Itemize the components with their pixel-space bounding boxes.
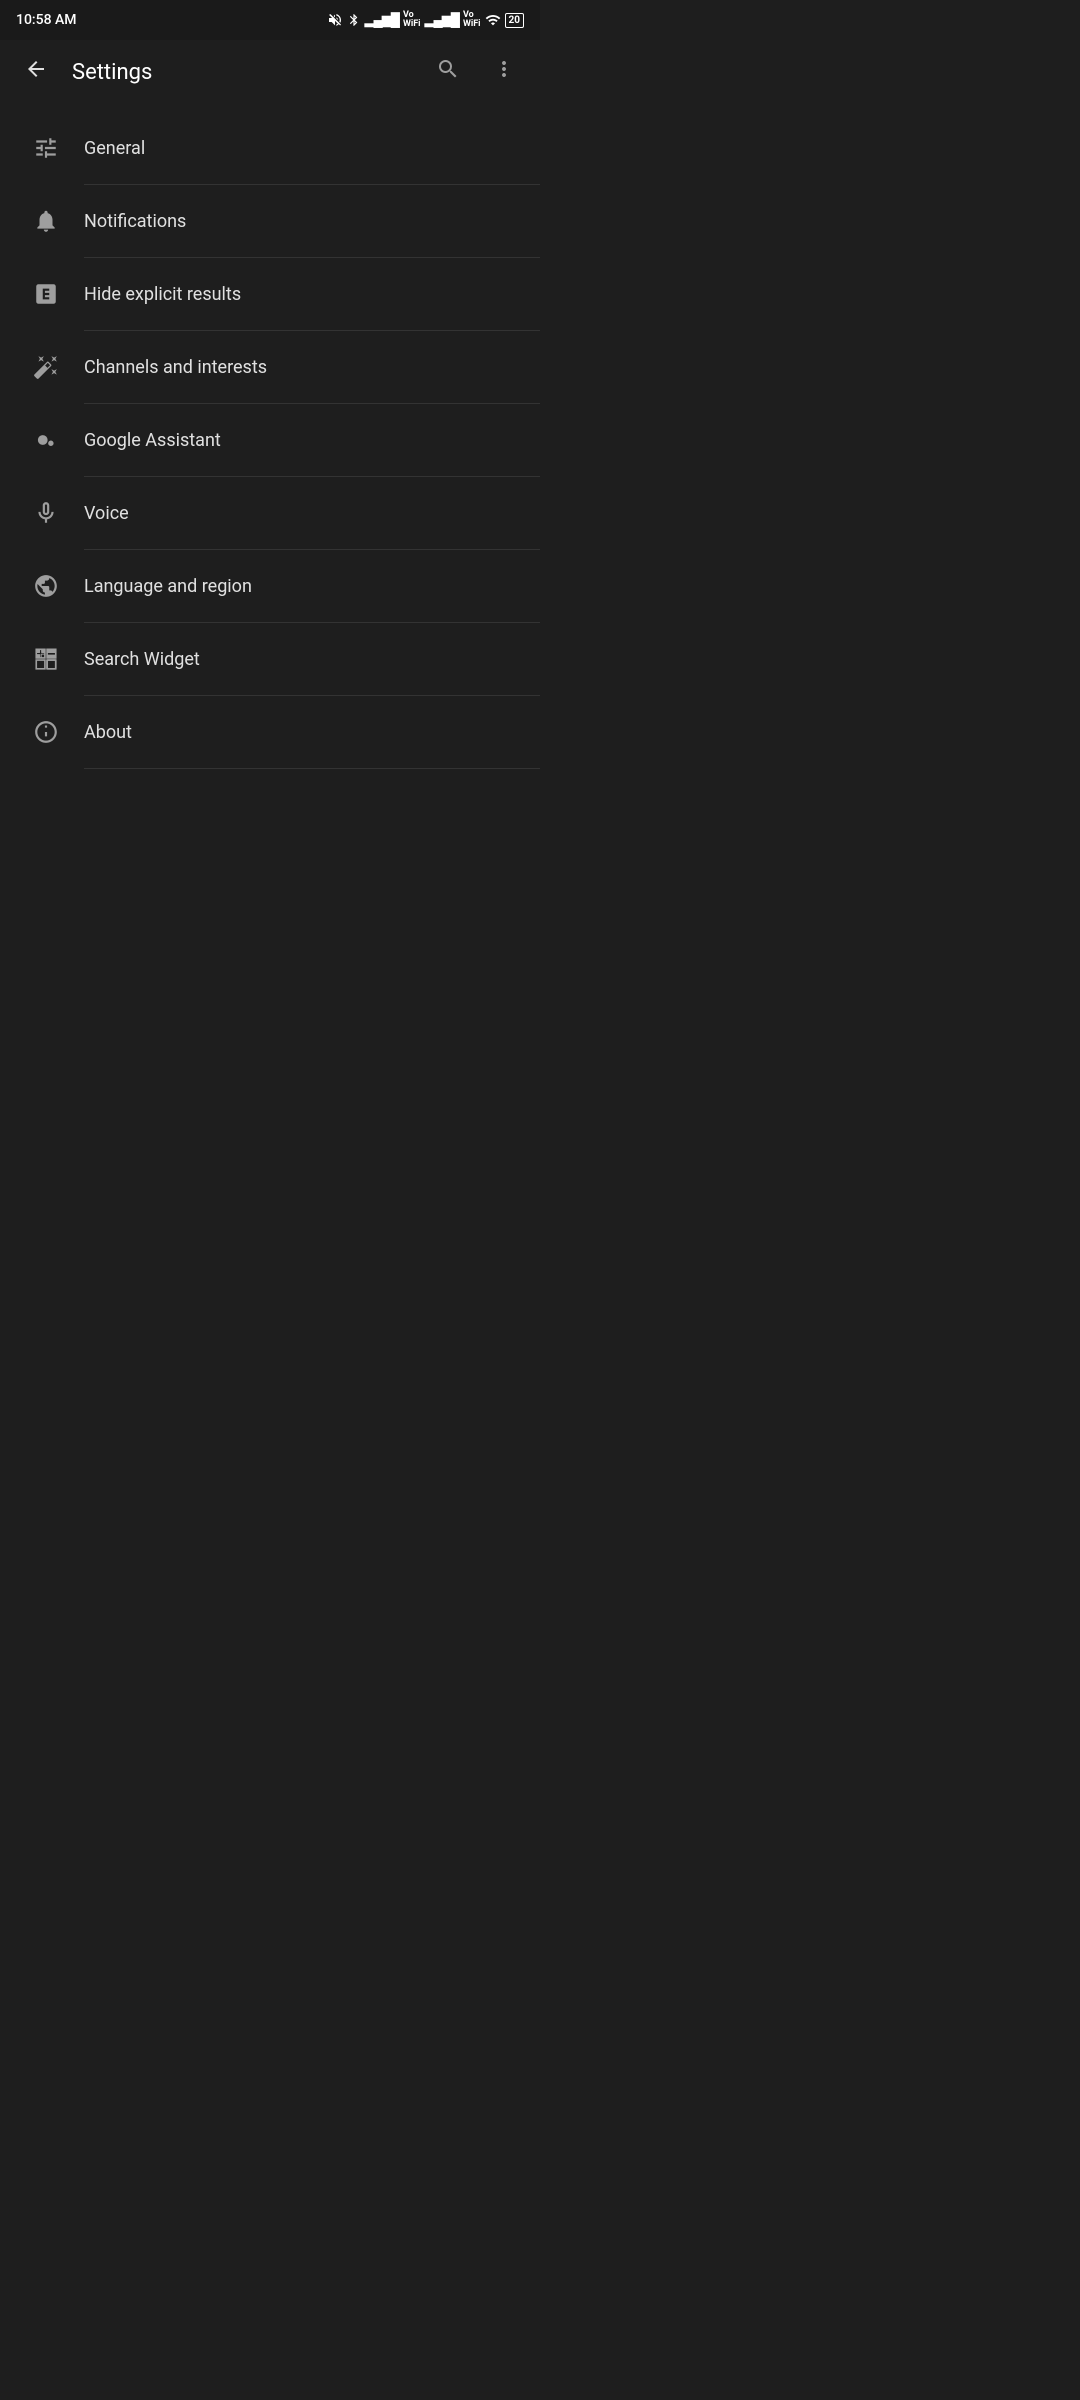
settings-item-channels[interactable]: Channels and interests xyxy=(0,331,540,403)
settings-item-general[interactable]: General xyxy=(0,112,540,184)
search-button[interactable] xyxy=(428,49,468,95)
settings-item-general-label: General xyxy=(84,138,145,159)
settings-item-voice-label: Voice xyxy=(84,503,129,524)
vowifi-icon-2: VoWiFi xyxy=(463,11,481,29)
settings-item-language-label: Language and region xyxy=(84,576,252,597)
status-bar: 10:58 AM ▂▄▆█ VoWiFi ▂▄▆█ VoWiFi 20 xyxy=(0,0,540,40)
status-icons: ▂▄▆█ VoWiFi ▂▄▆█ VoWiFi 20 xyxy=(327,11,524,29)
wand-icon xyxy=(24,354,68,380)
globe-icon xyxy=(24,573,68,599)
settings-list: General Notifications Hide explicit resu… xyxy=(0,104,540,769)
widget-icon xyxy=(24,646,68,672)
sliders-icon xyxy=(24,135,68,161)
settings-item-hide-explicit[interactable]: Hide explicit results xyxy=(0,258,540,330)
toolbar: Settings xyxy=(0,40,540,104)
battery-icon: 20 xyxy=(505,13,524,28)
settings-item-language[interactable]: Language and region xyxy=(0,550,540,622)
signal-icon-1: ▂▄▆█ xyxy=(365,12,399,28)
bluetooth-icon xyxy=(347,12,361,28)
assistant-icon xyxy=(24,427,68,453)
settings-item-about-label: About xyxy=(84,722,132,743)
bell-icon xyxy=(24,208,68,234)
page-title: Settings xyxy=(72,60,412,85)
settings-item-search-widget-label: Search Widget xyxy=(84,649,200,670)
wifi-icon xyxy=(485,12,501,28)
settings-item-notifications[interactable]: Notifications xyxy=(0,185,540,257)
settings-item-assistant[interactable]: Google Assistant xyxy=(0,404,540,476)
settings-item-hide-explicit-label: Hide explicit results xyxy=(84,284,241,305)
back-button[interactable] xyxy=(16,49,56,95)
settings-item-channels-label: Channels and interests xyxy=(84,357,267,378)
settings-item-search-widget[interactable]: Search Widget xyxy=(0,623,540,695)
settings-item-notifications-label: Notifications xyxy=(84,211,186,232)
vowifi-icon-1: VoWiFi xyxy=(403,11,421,29)
more-options-button[interactable] xyxy=(484,49,524,95)
settings-item-about[interactable]: About xyxy=(0,696,540,768)
info-icon xyxy=(24,719,68,745)
signal-icon-2: ▂▄▆█ xyxy=(425,12,459,28)
mic-icon xyxy=(24,500,68,526)
mute-icon xyxy=(327,12,343,28)
settings-item-assistant-label: Google Assistant xyxy=(84,430,221,451)
explicit-icon xyxy=(24,281,68,307)
settings-item-voice[interactable]: Voice xyxy=(0,477,540,549)
status-time: 10:58 AM xyxy=(16,12,77,28)
divider-9 xyxy=(84,768,540,769)
